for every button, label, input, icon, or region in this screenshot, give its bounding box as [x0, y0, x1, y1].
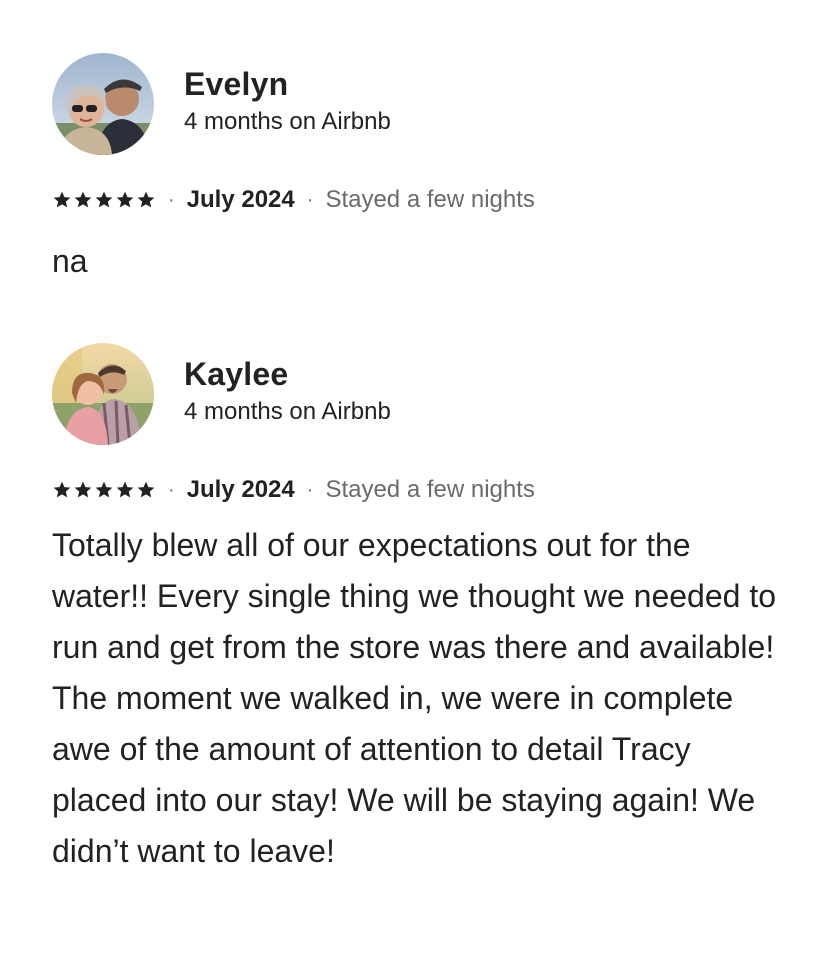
star-icon [136, 480, 156, 500]
star-icon [73, 480, 93, 500]
avatar-photo-icon [52, 343, 154, 445]
review-date: July 2024 [186, 186, 295, 213]
avatar[interactable] [52, 53, 154, 155]
star-icon [94, 480, 114, 500]
star-icon [136, 190, 156, 210]
star-icon [73, 190, 93, 210]
review-text: Totally blew all of our expectations out… [52, 527, 776, 869]
reviewer-header: Evelyn 4 months on Airbnb [52, 53, 792, 155]
star-icon [94, 190, 114, 210]
star-icon [115, 480, 135, 500]
review-card: Evelyn 4 months on Airbnb · July 2024 · … [52, 53, 792, 287]
meta-separator: · [306, 188, 314, 211]
meta-separator: · [168, 188, 175, 211]
meta-separator: · [168, 478, 175, 501]
reviewer-tenure: 4 months on Airbnb [184, 108, 391, 135]
avatar-photo-icon [52, 53, 154, 155]
star-icon [115, 190, 135, 210]
reviewer-name[interactable]: Kaylee [184, 355, 391, 393]
review-card: Kaylee 4 months on Airbnb · July 2024 · … [52, 343, 792, 877]
review-meta: · July 2024 · Stayed a few nights [52, 184, 792, 216]
avatar[interactable] [52, 343, 154, 445]
reviewer-name[interactable]: Evelyn [184, 65, 391, 103]
meta-separator: · [306, 478, 314, 501]
review-text: na [52, 243, 88, 279]
star-icon [52, 190, 72, 210]
review-meta: · July 2024 · Stayed a few nights [52, 474, 792, 506]
reviewer-tenure: 4 months on Airbnb [184, 398, 391, 425]
star-rating [52, 190, 156, 210]
star-rating [52, 480, 156, 500]
review-date: July 2024 [186, 476, 295, 503]
star-icon [52, 480, 72, 500]
stay-duration: Stayed a few nights [325, 476, 535, 503]
stay-duration: Stayed a few nights [325, 186, 535, 213]
reviewer-header: Kaylee 4 months on Airbnb [52, 343, 792, 445]
